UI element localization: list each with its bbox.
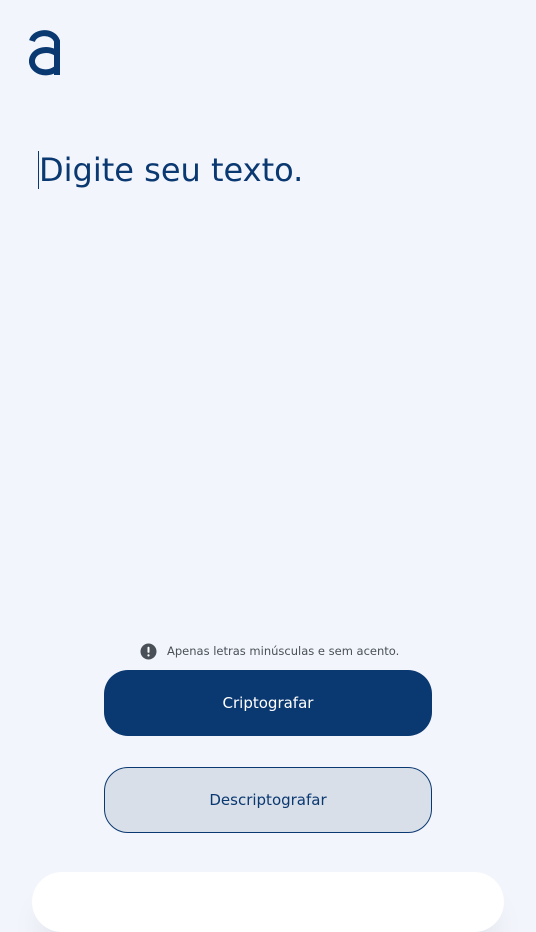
alura-logo-icon — [28, 27, 62, 77]
decrypt-button[interactable]: Descriptografar — [104, 767, 432, 833]
text-input-area — [38, 150, 508, 590]
hint-text: Apenas letras minúsculas e sem acento. — [167, 644, 400, 658]
message-textarea[interactable] — [39, 150, 499, 580]
encrypt-button[interactable]: Criptografar — [104, 670, 432, 736]
exclamation-circle-icon — [140, 643, 157, 660]
input-hint: Apenas letras minúsculas e sem acento. — [140, 642, 399, 660]
output-panel — [32, 872, 504, 932]
